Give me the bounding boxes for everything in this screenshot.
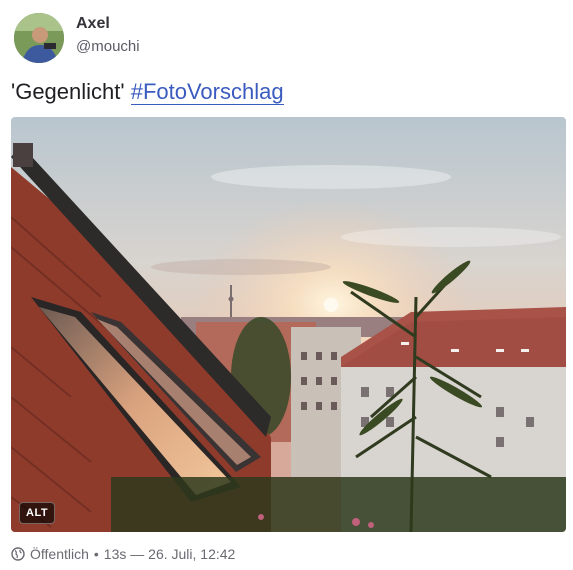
visibility-label: Öffentlich bbox=[30, 546, 89, 562]
globe-icon bbox=[11, 547, 25, 561]
separator: • bbox=[93, 546, 99, 562]
display-name[interactable]: Axel bbox=[76, 14, 140, 34]
status-timestamp-link[interactable]: 13s — 26. Juli, 12:42 bbox=[104, 545, 236, 563]
status-post: Axel @mouchi 'Gegenlicht' #FotoVorschlag bbox=[0, 0, 573, 570]
avatar[interactable] bbox=[14, 13, 64, 63]
status-header: Axel @mouchi bbox=[14, 13, 140, 63]
alt-text-badge[interactable]: ALT bbox=[19, 502, 56, 524]
status-content: 'Gegenlicht' #FotoVorschlag bbox=[11, 78, 284, 106]
account-handle[interactable]: @mouchi bbox=[76, 37, 140, 57]
hashtag-link[interactable]: #FotoVorschlag bbox=[130, 79, 284, 105]
absolute-time: 26. Juli, 12:42 bbox=[148, 546, 236, 562]
photo-image bbox=[11, 117, 566, 532]
media-attachment[interactable]: ALT bbox=[11, 117, 566, 532]
status-text: 'Gegenlicht' bbox=[11, 79, 131, 104]
relative-time: 13s bbox=[103, 546, 127, 562]
dash: — bbox=[130, 546, 145, 562]
status-meta: Öffentlich • 13s — 26. Juli, 12:42 bbox=[11, 545, 235, 563]
author-names[interactable]: Axel @mouchi bbox=[76, 15, 140, 57]
